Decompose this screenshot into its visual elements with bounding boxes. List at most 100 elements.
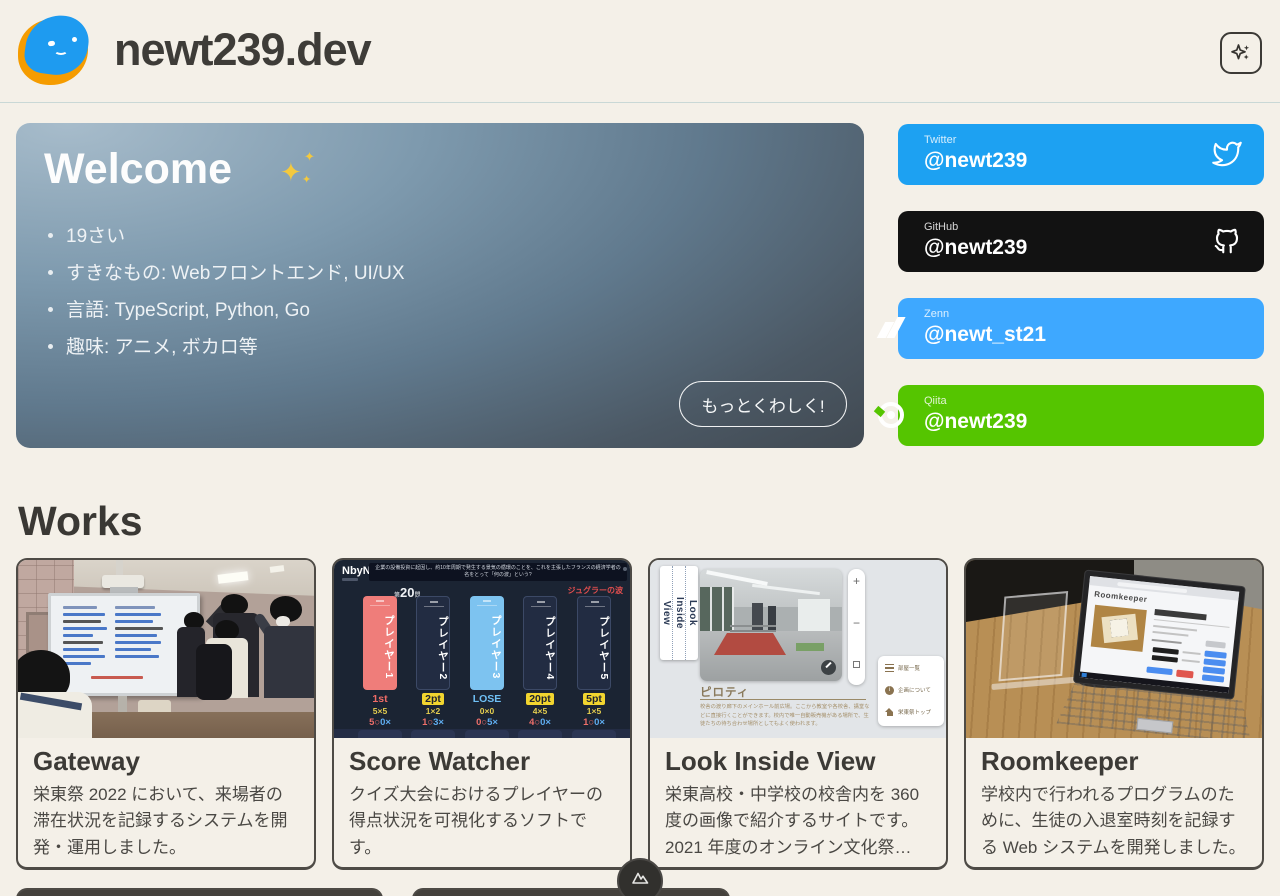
mountain-badge-button[interactable] <box>617 858 663 896</box>
app-subtitle <box>342 578 358 581</box>
app-name: NbyN <box>342 565 371 577</box>
player-column-header: プレイヤー1 <box>363 596 397 690</box>
qr-code <box>1110 619 1129 638</box>
social-card-github[interactable]: GitHub @newt239 <box>898 211 1264 272</box>
list-item: すきなもの: Webフロントエンド, UI/UX <box>48 258 405 285</box>
player-score: 1×2 <box>416 706 450 716</box>
welcome-title: Welcome <box>44 145 232 194</box>
list-item: 趣味: アニメ, ボカロ等 <box>48 332 405 359</box>
fullscreen-icon <box>853 661 860 668</box>
profile-list: 19さい すきなもの: Webフロントエンド, UI/UX 言語: TypeSc… <box>48 221 405 369</box>
player-record: 1○3× <box>416 717 450 728</box>
liv-menu-panel: 部屋一覧 i 企画について 栄東祭トップ <box>878 656 944 726</box>
mountains-icon <box>628 866 652 890</box>
work-title: Look Inside View <box>665 746 931 777</box>
work-description: 栄東祭 2022 において、来場者の滞在状況を記録するシステムを開発・運用しまし… <box>33 782 299 861</box>
railing <box>730 630 776 632</box>
player-score: 1×5 <box>577 706 611 716</box>
liv-logo-badge: Look Inside View <box>660 566 698 660</box>
menu-item-rooms: 部屋一覧 <box>885 662 920 674</box>
profile-item-text: 趣味: アニメ, ボカロ等 <box>66 332 258 359</box>
railing <box>730 625 776 627</box>
work-title: Roomkeeper <box>981 746 1247 777</box>
site-title: newt239.dev <box>114 24 371 76</box>
social-card-twitter[interactable]: Twitter @newt239 <box>898 124 1264 185</box>
gateway-photo <box>18 560 314 738</box>
player-column-header: プレイヤー2 <box>416 596 450 690</box>
windows <box>700 587 734 635</box>
roomkeeper-photo: Roomkeeper <box>966 560 1262 738</box>
place-title: ピロティ <box>700 684 749 700</box>
work-card-partial[interactable] <box>412 888 730 896</box>
works-heading: Works <box>18 498 143 545</box>
work-title: Score Watcher <box>349 746 615 777</box>
player-score: 5×5 <box>363 706 397 716</box>
social-service-label: Twitter <box>924 134 956 146</box>
social-card-qiita[interactable]: Qiita @newt239 <box>898 385 1264 446</box>
question-bar: 企業の設備投資に起因し、約10年周期で発生する景気の循環のことを、これを主張した… <box>369 563 627 581</box>
info-icon: i <box>885 686 894 695</box>
sparkles-emoji-icon: ✦✦✦ <box>278 151 322 195</box>
divider <box>700 699 866 700</box>
form-heading <box>1154 609 1206 620</box>
app-title: Roomkeeper <box>1094 590 1148 605</box>
social-handle: @newt239 <box>924 410 1027 434</box>
laptop-screen: Roomkeeper <box>1079 576 1239 693</box>
zoom-controls: + − <box>848 569 865 685</box>
work-card-gateway[interactable]: Gateway 栄東祭 2022 において、来場者の滞在状況を記録するシステムを… <box>16 558 316 870</box>
social-handle: @newt239 <box>924 149 1027 173</box>
settings-dot-icon <box>623 567 627 571</box>
twitter-icon <box>1212 139 1242 169</box>
logo-smile <box>54 46 68 55</box>
page: newt239.dev Welcome ✦✦✦ 19さい すきなもの: Webフ… <box>0 0 1280 896</box>
qr-camera-view <box>1091 605 1147 652</box>
work-card-score-watcher[interactable]: NbyN 企業の設備投資に起因し、約10年周期で発生する景気の循環のことを、これ… <box>332 558 632 870</box>
player-record: 1○0× <box>577 717 611 728</box>
player-score: 4×5 <box>523 706 557 716</box>
player-state: 1st <box>363 693 397 705</box>
work-description: 学校内で行われるプログラムのために、生徒の入退室時刻を記録する Web システム… <box>981 782 1247 861</box>
social-handle: @newt239 <box>924 236 1027 260</box>
list-icon <box>885 664 894 672</box>
player-state: 5pt <box>577 693 611 705</box>
profile-item-text: すきなもの: Webフロントエンド, UI/UX <box>66 258 405 285</box>
github-icon <box>1212 226 1242 256</box>
logo-eye <box>72 37 77 42</box>
social-service-label: Zenn <box>924 308 949 320</box>
compass-icon <box>821 660 836 675</box>
sparkles-button[interactable] <box>1220 32 1262 74</box>
player-record: 4○0× <box>523 717 557 728</box>
site-logo-icon <box>16 13 92 89</box>
social-service-label: GitHub <box>924 221 958 233</box>
social-service-label: Qiita <box>924 395 947 407</box>
panorama-photo <box>700 569 842 681</box>
bullet-dot <box>48 307 53 312</box>
header: newt239.dev <box>0 0 1280 103</box>
work-title: Gateway <box>33 746 299 777</box>
social-card-zenn[interactable]: Zenn @newt_st21 <box>898 298 1264 359</box>
player-state: LOSE <box>470 693 504 705</box>
more-details-button[interactable]: もっとくわしく! <box>679 381 847 427</box>
player-score: 0×0 <box>470 706 504 716</box>
place-description: 校舎の渡り廊下のメインホール前広場。ここから教室や各校舎、講堂などに直接行くこと… <box>700 703 870 729</box>
menu-item-about: i 企画について <box>885 684 931 696</box>
work-description: クイズ大会におけるプレイヤーの得点状況を可視化するソフトです。 <box>349 782 615 861</box>
profile-item-text: 19さい <box>66 221 125 248</box>
look-inside-view-screenshot: Look Inside View <box>650 560 946 738</box>
home-icon <box>885 708 894 716</box>
menu-item-top: 栄東祭トップ <box>885 706 931 718</box>
player-column-header: プレイヤー5 <box>577 596 611 690</box>
player-state: 20pt <box>523 693 557 705</box>
bullet-dot <box>48 344 53 349</box>
work-card-partial[interactable] <box>16 888 383 896</box>
zoom-out-icon: − <box>848 616 865 630</box>
work-card-look-inside-view[interactable]: Look Inside View <box>648 558 948 870</box>
work-card-roomkeeper[interactable]: Roomkeeper <box>964 558 1264 870</box>
bullet-dot <box>48 270 53 275</box>
list-item: 19さい <box>48 221 405 248</box>
player-record: 0○5× <box>470 717 504 728</box>
zoom-in-icon: + <box>848 574 865 588</box>
score-watcher-screenshot: NbyN 企業の設備投資に起因し、約10年周期で発生する景気の循環のことを、これ… <box>334 560 630 738</box>
list-item: 言語: TypeScript, Python, Go <box>48 295 405 322</box>
player-record: 5○0× <box>363 717 397 728</box>
